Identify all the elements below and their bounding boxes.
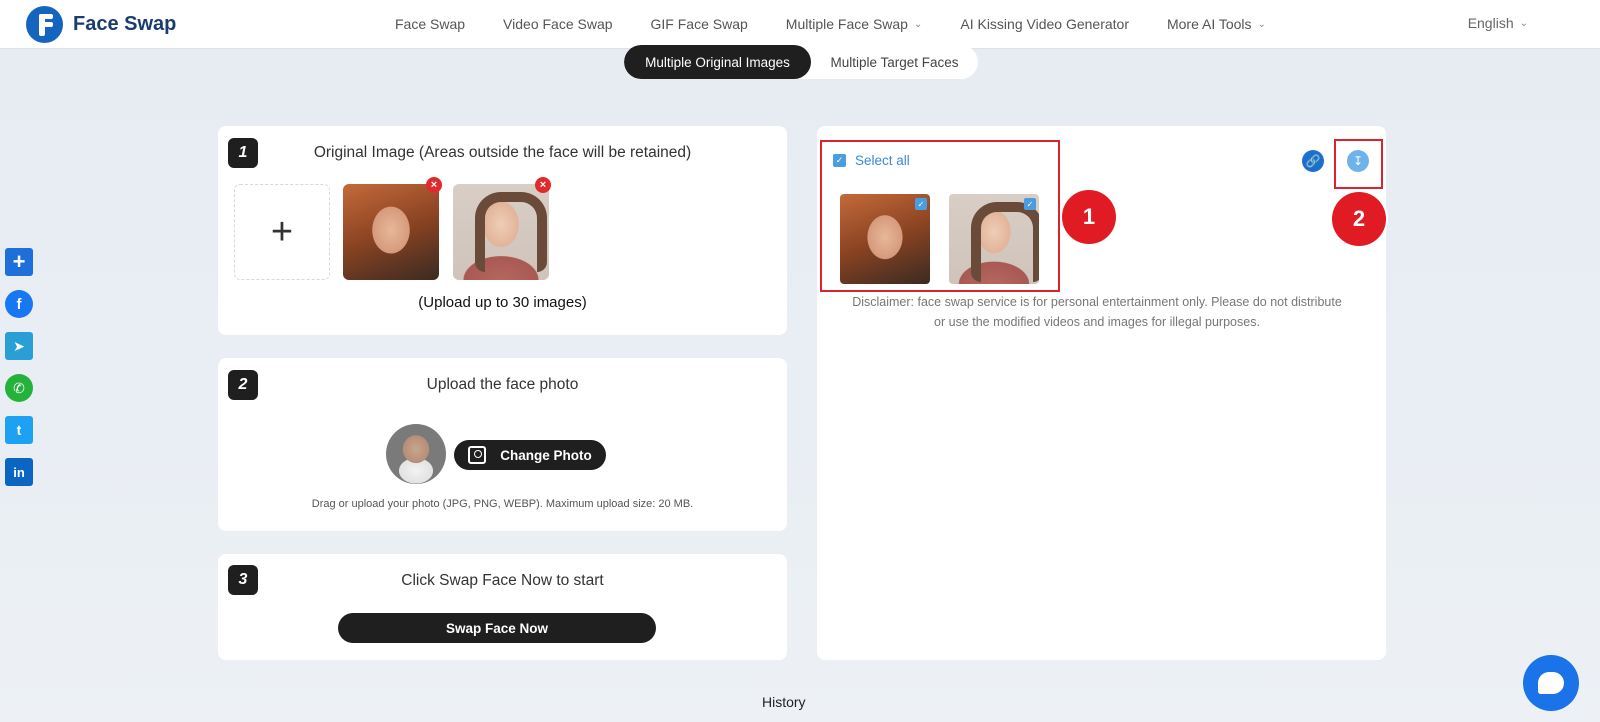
nav-multiple-face-swap[interactable]: Multiple Face Swap ⌄ — [786, 16, 923, 32]
step2-title: Upload the face photo — [426, 376, 579, 393]
history-heading: History — [762, 694, 806, 710]
telegram-icon[interactable]: ➤ — [5, 332, 33, 360]
chat-support-button[interactable] — [1523, 655, 1579, 711]
annotation-marker-1: 1 — [1062, 190, 1116, 244]
nav-ai-kissing-video[interactable]: AI Kissing Video Generator — [960, 16, 1129, 32]
share-plus-icon[interactable]: + — [5, 248, 33, 276]
logo-icon — [26, 6, 63, 43]
step1-title: Original Image (Areas outside the face w… — [313, 144, 692, 161]
add-image-button[interactable]: + — [234, 184, 330, 280]
download-icon[interactable]: ↧ — [1347, 150, 1369, 172]
main-nav: Face Swap Video Face Swap GIF Face Swap … — [395, 0, 1304, 48]
step1-panel: 1 Original Image (Areas outside the face… — [218, 126, 787, 335]
nav-gif-face-swap[interactable]: GIF Face Swap — [651, 16, 748, 32]
mode-switch: Multiple Original Images Multiple Target… — [624, 45, 978, 79]
step3-panel: 3 Click Swap Face Now to start Swap Face… — [218, 554, 787, 660]
top-header: Face Swap Face Swap Video Face Swap GIF … — [0, 0, 1600, 48]
upload-format-hint: Drag or upload your photo (JPG, PNG, WEB… — [311, 498, 694, 510]
remove-image-icon[interactable]: × — [426, 177, 442, 193]
chat-bubble-icon — [1538, 672, 1564, 694]
result-panel: ✓ Select all ✓ ✓ 1 🔗 ↧ 2 Disclaimer: fac… — [817, 126, 1386, 660]
nav-more-ai-tools[interactable]: More AI Tools ⌄ — [1167, 16, 1266, 32]
tab-multiple-target-faces[interactable]: Multiple Target Faces — [811, 45, 978, 79]
original-image-thumb — [343, 184, 439, 280]
language-selector[interactable]: English ⌄ — [1468, 15, 1528, 31]
logo-text: Face Swap — [73, 13, 177, 35]
facebook-icon[interactable]: f — [5, 290, 33, 318]
chevron-down-icon: ⌄ — [1257, 18, 1266, 30]
social-share-bar: + f ➤ ✆ t in — [5, 248, 33, 500]
twitter-icon[interactable]: t — [5, 416, 33, 444]
chevron-down-icon: ⌄ — [1519, 17, 1528, 29]
face-scan-icon — [468, 446, 487, 464]
result-checkbox-icon[interactable]: ✓ — [1024, 198, 1036, 210]
face-photo-avatar — [386, 424, 446, 484]
change-photo-button[interactable]: Change Photo — [454, 440, 606, 470]
link-icon[interactable]: 🔗 — [1302, 150, 1324, 172]
remove-image-icon[interactable]: × — [535, 177, 551, 193]
disclaimer-text: Disclaimer: face swap service is for per… — [852, 295, 1342, 329]
annotation-marker-2: 2 — [1332, 192, 1386, 246]
step3-title: Click Swap Face Now to start — [401, 572, 604, 589]
nav-face-swap[interactable]: Face Swap — [395, 16, 465, 32]
upload-limit-hint: (Upload up to 30 images) — [418, 294, 587, 311]
result-checkbox-icon[interactable]: ✓ — [915, 198, 927, 210]
swap-face-now-button[interactable]: Swap Face Now — [338, 613, 656, 643]
step2-panel: 2 Upload the face photo Change Photo Dra… — [218, 358, 787, 531]
linkedin-icon[interactable]: in — [5, 458, 33, 486]
original-image-thumb — [453, 184, 549, 280]
nav-video-face-swap[interactable]: Video Face Swap — [503, 16, 612, 32]
tab-multiple-original-images[interactable]: Multiple Original Images — [624, 45, 811, 79]
whatsapp-icon[interactable]: ✆ — [5, 374, 33, 402]
site-logo[interactable]: Face Swap — [26, 6, 176, 43]
chevron-down-icon: ⌄ — [913, 18, 923, 30]
